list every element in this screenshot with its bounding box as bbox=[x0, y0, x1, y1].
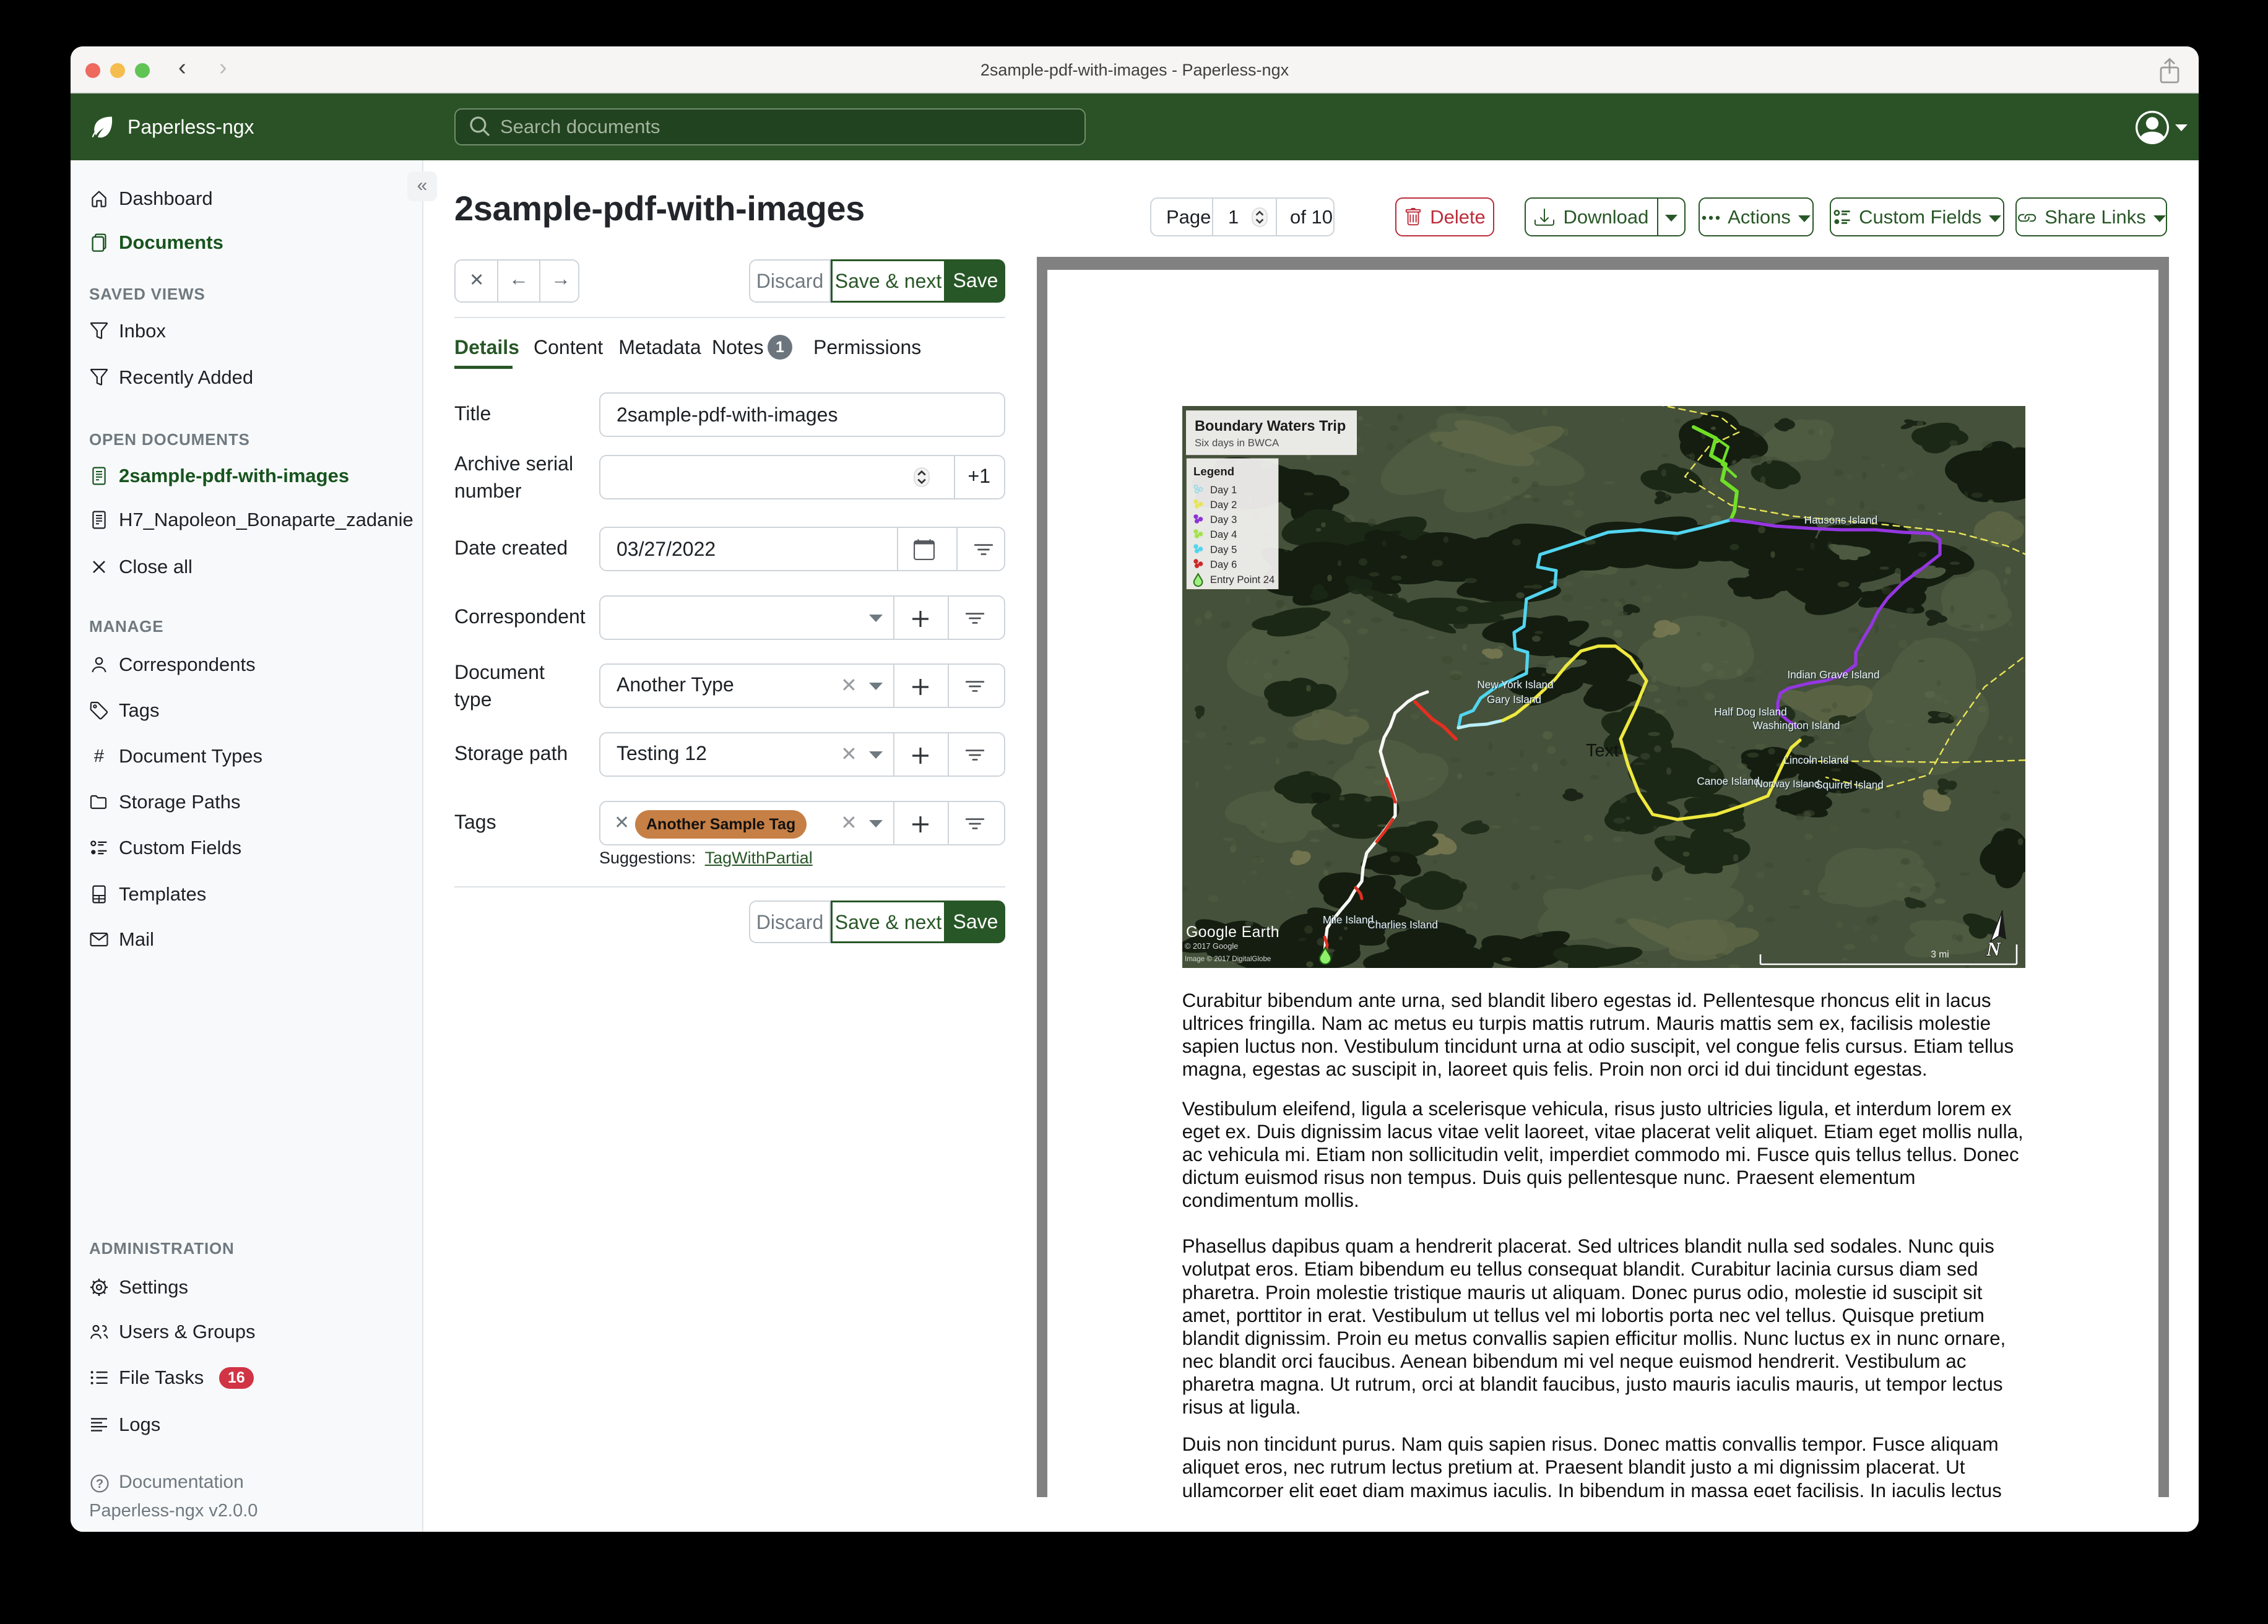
svg-text:N: N bbox=[1986, 938, 2002, 960]
svg-text:Entry Point 24: Entry Point 24 bbox=[1210, 574, 1275, 585]
svg-text:Indian Grave Island: Indian Grave Island bbox=[1787, 668, 1879, 681]
svg-text:Norway Island: Norway Island bbox=[1755, 779, 1820, 790]
svg-text:#: # bbox=[94, 746, 104, 766]
svg-text:Squirrel Island: Squirrel Island bbox=[1816, 779, 1884, 791]
svg-text:Image © 2017 DigitalGlobe: Image © 2017 DigitalGlobe bbox=[1185, 955, 1271, 963]
svg-text:Boundary Waters Trip: Boundary Waters Trip bbox=[1195, 418, 1346, 434]
svg-text:Day 6: Day 6 bbox=[1210, 558, 1237, 570]
svg-text:Charlies Island: Charlies Island bbox=[1367, 918, 1438, 931]
svg-text:Half Dog Island: Half Dog Island bbox=[1714, 706, 1787, 718]
svg-text:Day 1: Day 1 bbox=[1210, 484, 1237, 496]
svg-text:Text: Text bbox=[1586, 741, 1619, 761]
svg-text:Canoe Island: Canoe Island bbox=[1697, 775, 1759, 787]
svg-text:Day 2: Day 2 bbox=[1210, 499, 1237, 511]
svg-text:Lincoln Island: Lincoln Island bbox=[1783, 754, 1848, 766]
svg-text:3 mi: 3 mi bbox=[1931, 949, 1949, 960]
svg-text:Mile Island: Mile Island bbox=[1323, 914, 1374, 926]
svg-text:Google Earth: Google Earth bbox=[1186, 924, 1279, 941]
svg-text:Gary Island: Gary Island bbox=[1487, 693, 1541, 706]
svg-text:New York Island: New York Island bbox=[1477, 678, 1553, 691]
svg-text:Six days in BWCA: Six days in BWCA bbox=[1195, 437, 1279, 449]
svg-text:Day 3: Day 3 bbox=[1210, 514, 1237, 525]
svg-text:Day 5: Day 5 bbox=[1210, 543, 1237, 555]
svg-text:Legend: Legend bbox=[1193, 465, 1234, 478]
svg-text:© 2017 Google: © 2017 Google bbox=[1185, 941, 1238, 951]
svg-text:?: ? bbox=[96, 1477, 103, 1491]
svg-text:Hausons Island: Hausons Island bbox=[1804, 514, 1877, 526]
svg-text:Washington Island: Washington Island bbox=[1753, 719, 1840, 732]
svg-text:Day 4: Day 4 bbox=[1210, 529, 1237, 540]
